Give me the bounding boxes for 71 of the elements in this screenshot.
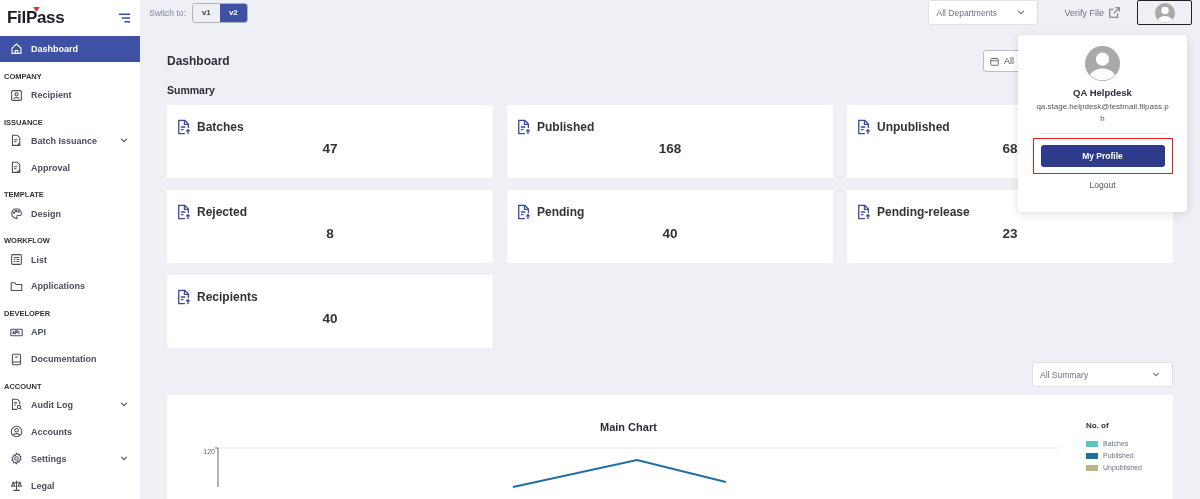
user-icon xyxy=(10,88,23,102)
chevron-down-icon xyxy=(120,402,128,408)
filpass-logo[interactable]: FilPass xyxy=(7,7,65,28)
document-icon xyxy=(517,119,531,135)
sidebar-item[interactable]: Approval xyxy=(0,154,140,182)
settings-icon xyxy=(10,452,23,466)
card-label: Published xyxy=(537,120,595,134)
chevron-down-icon xyxy=(1017,10,1026,15)
card-value: 8 xyxy=(326,226,334,241)
folder-icon xyxy=(10,279,23,293)
menu-icon[interactable] xyxy=(118,12,131,23)
avatar-icon xyxy=(1154,2,1175,23)
document-icon xyxy=(177,204,191,220)
avatar-icon xyxy=(1085,46,1120,81)
sidebar-item[interactable]: Audit Log xyxy=(0,391,140,419)
page-title: Dashboard xyxy=(167,54,230,68)
user-email: qa.stage.helpdesk@testmail.filpass.ph xyxy=(1035,101,1170,125)
card-value: 40 xyxy=(322,311,338,326)
sidebar-item[interactable]: Dashboard xyxy=(0,35,140,62)
department-select[interactable]: All Departments xyxy=(928,0,1039,25)
book-icon xyxy=(10,352,23,366)
card-label: Recipients xyxy=(197,290,258,304)
sidebar-item[interactable]: Applications xyxy=(0,272,140,300)
legend-title: No. of xyxy=(1086,421,1110,430)
document-icon xyxy=(517,204,531,220)
calendar-icon xyxy=(990,56,999,66)
chevron-down-icon xyxy=(120,456,128,462)
sidebar-item[interactable]: List xyxy=(0,246,140,273)
card-value: 40 xyxy=(662,226,678,241)
card-label: Pending-release xyxy=(877,205,970,219)
card-label: Rejected xyxy=(197,205,248,219)
document-search-icon xyxy=(10,398,23,412)
external-link-icon xyxy=(1109,7,1120,18)
home-icon xyxy=(10,42,23,56)
card-value: 23 xyxy=(1002,226,1018,241)
list-icon xyxy=(10,253,23,267)
summary-select[interactable]: All Summary xyxy=(1032,362,1173,387)
card-value: 168 xyxy=(658,141,682,156)
card-value: 68 xyxy=(1002,141,1018,156)
chart-title: Main Chart xyxy=(600,421,657,433)
card-value: 47 xyxy=(322,141,338,156)
my-profile-button[interactable]: My Profile xyxy=(1040,145,1165,167)
sidebar-item[interactable]: Settings xyxy=(0,445,140,473)
sidebar-item[interactable]: Batch Issuance xyxy=(0,127,140,155)
card-label: Unpublished xyxy=(877,120,950,134)
document-check-icon xyxy=(10,161,23,175)
chevron-down-icon xyxy=(120,138,128,144)
document-icon xyxy=(10,134,23,148)
scale-icon xyxy=(10,479,23,493)
chevron-down-icon xyxy=(1152,372,1160,377)
avatar-button[interactable] xyxy=(1137,0,1192,25)
card-label: Batches xyxy=(197,120,244,134)
section-heading: Summary xyxy=(167,84,215,96)
version-tab[interactable]: v2 xyxy=(219,3,247,22)
document-icon xyxy=(177,119,191,135)
document-icon xyxy=(177,289,191,305)
verify-file-link[interactable]: Verify File xyxy=(1064,7,1120,18)
sidebar-item[interactable]: Accounts xyxy=(0,418,140,446)
document-icon xyxy=(857,119,871,135)
sidebar-item[interactable]: Legal xyxy=(0,472,140,499)
user-icon xyxy=(10,425,23,439)
sidebar-item[interactable]: Recipient xyxy=(0,81,140,109)
palette-icon xyxy=(10,207,23,221)
logout-link[interactable]: Logout xyxy=(1089,180,1116,190)
switch-label: Switch to: xyxy=(149,7,186,18)
card-label: Pending xyxy=(537,205,585,219)
sidebar-item[interactable]: Design xyxy=(0,200,140,228)
user-name: QA Helpdesk xyxy=(1073,87,1132,98)
sidebar-item[interactable]: Documentation xyxy=(0,345,140,373)
sidebar-item[interactable]: API xyxy=(0,318,140,346)
document-icon xyxy=(857,204,871,220)
